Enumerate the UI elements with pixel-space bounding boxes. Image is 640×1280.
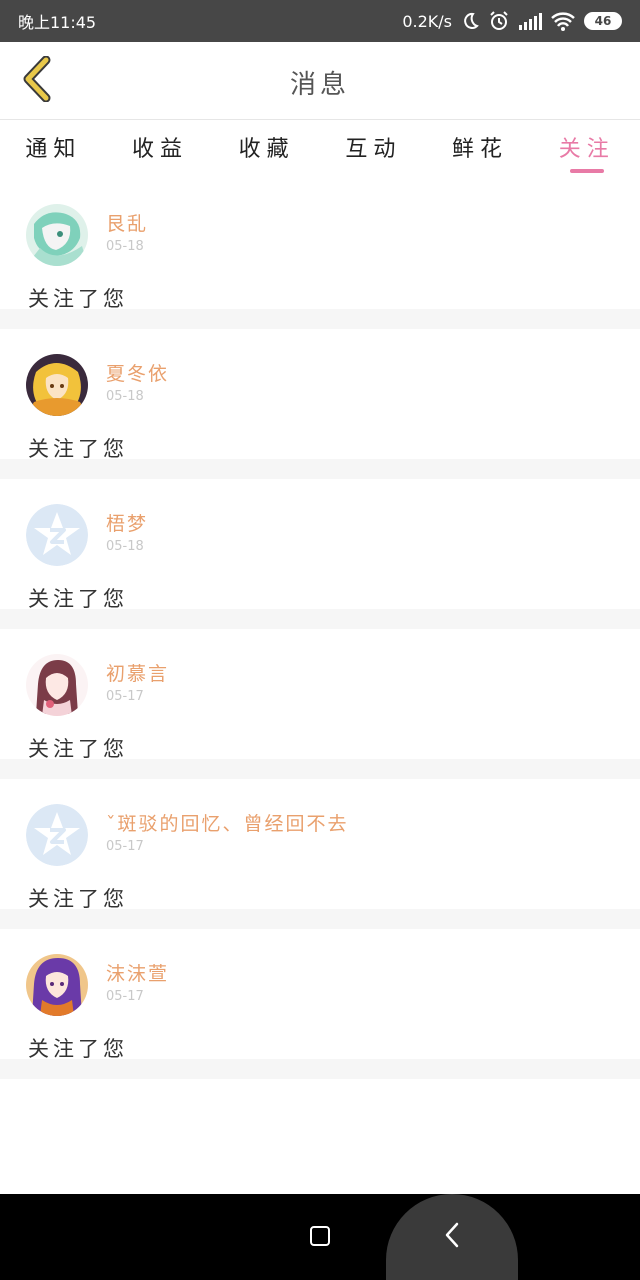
avatar[interactable] (26, 954, 88, 1016)
message-date: 05-18 (106, 389, 144, 404)
tab-earnings[interactable]: 收益 (107, 121, 214, 179)
tab-bar: 通知 收益 收藏 互动 鲜花 关注 (0, 121, 640, 179)
username[interactable]: 梧梦 (106, 509, 148, 536)
list-item[interactable]: 艮乱 05-18 关注了您 (0, 179, 640, 329)
message-text: 关注了您 (28, 887, 128, 911)
list-item[interactable]: 沫沫萱 05-17 关注了您 (0, 929, 640, 1079)
battery-icon: 46 (584, 12, 622, 30)
username[interactable]: 艮乱 (106, 209, 148, 236)
moon-icon (460, 11, 480, 31)
avatar[interactable] (26, 804, 88, 866)
tab-label: 通知 (25, 137, 82, 162)
avatar[interactable] (26, 204, 88, 266)
username[interactable]: ˇ斑驳的回忆、曾经回不去 (106, 809, 349, 836)
active-tab-indicator (569, 169, 604, 173)
message-date: 05-18 (106, 539, 144, 554)
tab-label: 收益 (132, 137, 189, 162)
list-item[interactable]: 初慕言 05-17 关注了您 (0, 629, 640, 779)
tab-interactions[interactable]: 互动 (320, 121, 427, 179)
username[interactable]: 初慕言 (106, 659, 169, 686)
back-arrow-icon (443, 1221, 461, 1253)
list-item[interactable]: 梧梦 05-18 关注了您 (0, 479, 640, 629)
avatar[interactable] (26, 354, 88, 416)
message-text: 关注了您 (28, 1037, 128, 1061)
message-date: 05-18 (106, 239, 144, 254)
avatar[interactable] (26, 504, 88, 566)
tab-notifications[interactable]: 通知 (0, 121, 107, 179)
wifi-icon (550, 11, 576, 31)
alarm-icon (488, 10, 510, 32)
message-list: 艮乱 05-18 关注了您 夏冬依 05-18 关注了您 梧梦 05-18 关注… (0, 179, 640, 1079)
status-icons: 0.2K/s 46 (402, 10, 622, 32)
status-time: 晚上11:45 (18, 13, 97, 32)
tab-label: 关注 (558, 137, 615, 162)
message-text: 关注了您 (28, 287, 128, 311)
net-speed: 0.2K/s (402, 11, 452, 31)
tab-label: 鲜花 (452, 137, 509, 162)
tab-label: 收藏 (238, 137, 295, 162)
list-item[interactable]: 夏冬依 05-18 关注了您 (0, 329, 640, 479)
system-back-button[interactable] (386, 1194, 518, 1280)
username[interactable]: 沫沫萱 (106, 959, 169, 986)
tab-flowers[interactable]: 鲜花 (427, 121, 534, 179)
username[interactable]: 夏冬依 (106, 359, 169, 386)
message-date: 05-17 (106, 989, 144, 1004)
signal-icon (518, 12, 542, 30)
list-item[interactable]: ˇ斑驳的回忆、曾经回不去 05-17 关注了您 (0, 779, 640, 929)
message-text: 关注了您 (28, 437, 128, 461)
recent-apps-icon[interactable] (310, 1226, 330, 1246)
system-nav-bar (0, 1194, 640, 1280)
status-bar: 晚上11:45 0.2K/s 46 (0, 0, 640, 42)
message-date: 05-17 (106, 839, 144, 854)
page-title: 消息 (289, 70, 350, 100)
tab-follows[interactable]: 关注 (533, 121, 640, 179)
tab-favorites[interactable]: 收藏 (213, 121, 320, 179)
tab-label: 互动 (345, 137, 402, 162)
message-date: 05-17 (106, 689, 144, 704)
message-text: 关注了您 (28, 587, 128, 611)
message-text: 关注了您 (28, 737, 128, 761)
app-header: 消息 (0, 42, 640, 120)
avatar[interactable] (26, 654, 88, 716)
